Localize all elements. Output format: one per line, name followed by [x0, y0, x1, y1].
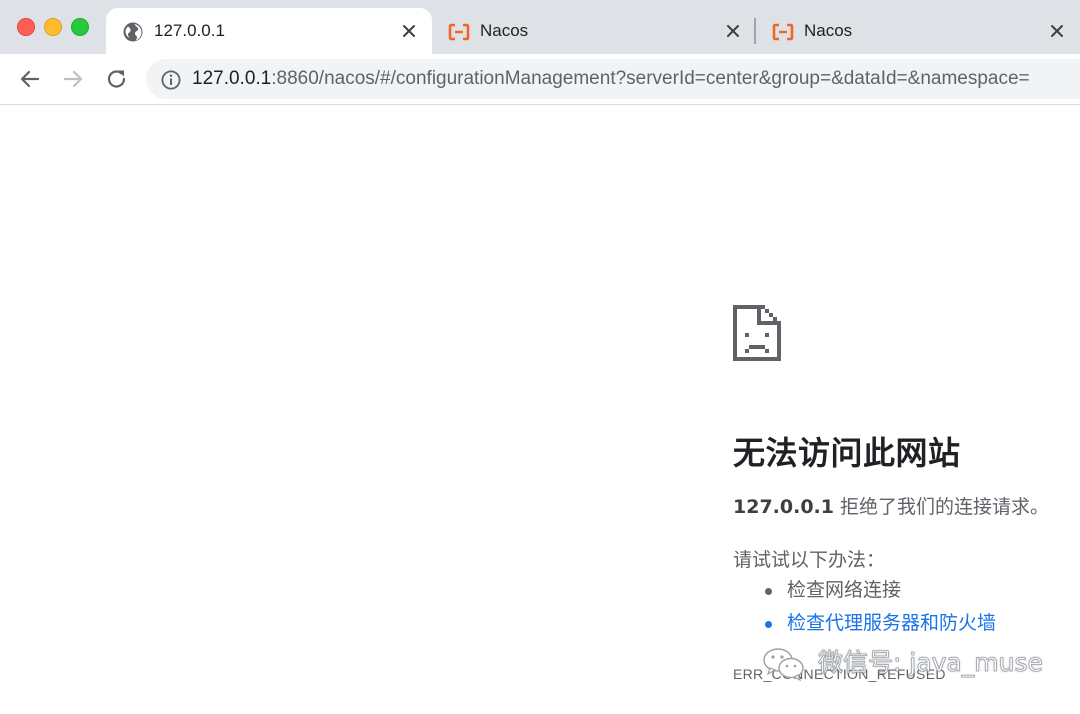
- suggestions-title: 请试试以下办法：: [733, 549, 886, 571]
- forward-arrow-icon[interactable]: [60, 66, 86, 92]
- tab-close-icon[interactable]: [724, 22, 742, 40]
- address-bar[interactable]: 127.0.0.1:8860/nacos/#/configurationMana…: [146, 59, 1080, 99]
- suggestion-check-network: 检查网络连接: [764, 574, 996, 607]
- nacos-logo-icon: [772, 23, 794, 41]
- url-path: :8860/nacos/#/configurationManagement?se…: [271, 68, 1030, 89]
- window-close-button[interactable]: [17, 18, 35, 36]
- error-heading: 无法访问此网站: [733, 434, 961, 472]
- nacos-logo-icon: [448, 23, 470, 41]
- window-zoom-button[interactable]: [71, 18, 89, 36]
- url-text[interactable]: 127.0.0.1:8860/nacos/#/configurationMana…: [192, 68, 1030, 90]
- tab-close-icon[interactable]: [1048, 22, 1066, 40]
- tab-title: Nacos: [804, 21, 853, 40]
- tab-title: Nacos: [480, 21, 529, 40]
- globe-icon: [123, 22, 143, 42]
- wechat-icon: [763, 648, 804, 682]
- tab-title: 127.0.0.1: [154, 21, 225, 40]
- reload-icon[interactable]: [104, 66, 130, 92]
- tab-nacos-2[interactable]: Nacos: [756, 8, 1080, 54]
- watermark-text: 微信号: java_muse: [818, 648, 1044, 678]
- back-arrow-icon[interactable]: [17, 66, 43, 92]
- error-message-text: 拒绝了我们的连接请求。: [833, 496, 1050, 518]
- tab-strip: 127.0.0.1 Nacos Nacos: [0, 0, 1080, 54]
- error-host: 127.0.0.1: [733, 496, 834, 518]
- browser-toolbar: 127.0.0.1:8860/nacos/#/configurationMana…: [0, 54, 1080, 105]
- tab-localhost[interactable]: 127.0.0.1: [106, 8, 432, 54]
- error-message: 127.0.0.1 拒绝了我们的连接请求。: [733, 492, 1049, 519]
- suggestions-list: 检查网络连接 检查代理服务器和防火墙: [733, 574, 996, 640]
- tab-close-icon[interactable]: [400, 22, 418, 40]
- sad-page-icon: [733, 305, 781, 361]
- watermark: 微信号: java_muse: [762, 644, 1062, 684]
- window-minimize-button[interactable]: [44, 18, 62, 36]
- url-host: 127.0.0.1: [192, 68, 272, 89]
- info-icon[interactable]: [160, 69, 182, 91]
- suggestion-check-proxy-link[interactable]: 检查代理服务器和防火墙: [764, 607, 996, 640]
- tab-nacos-1[interactable]: Nacos: [432, 8, 756, 54]
